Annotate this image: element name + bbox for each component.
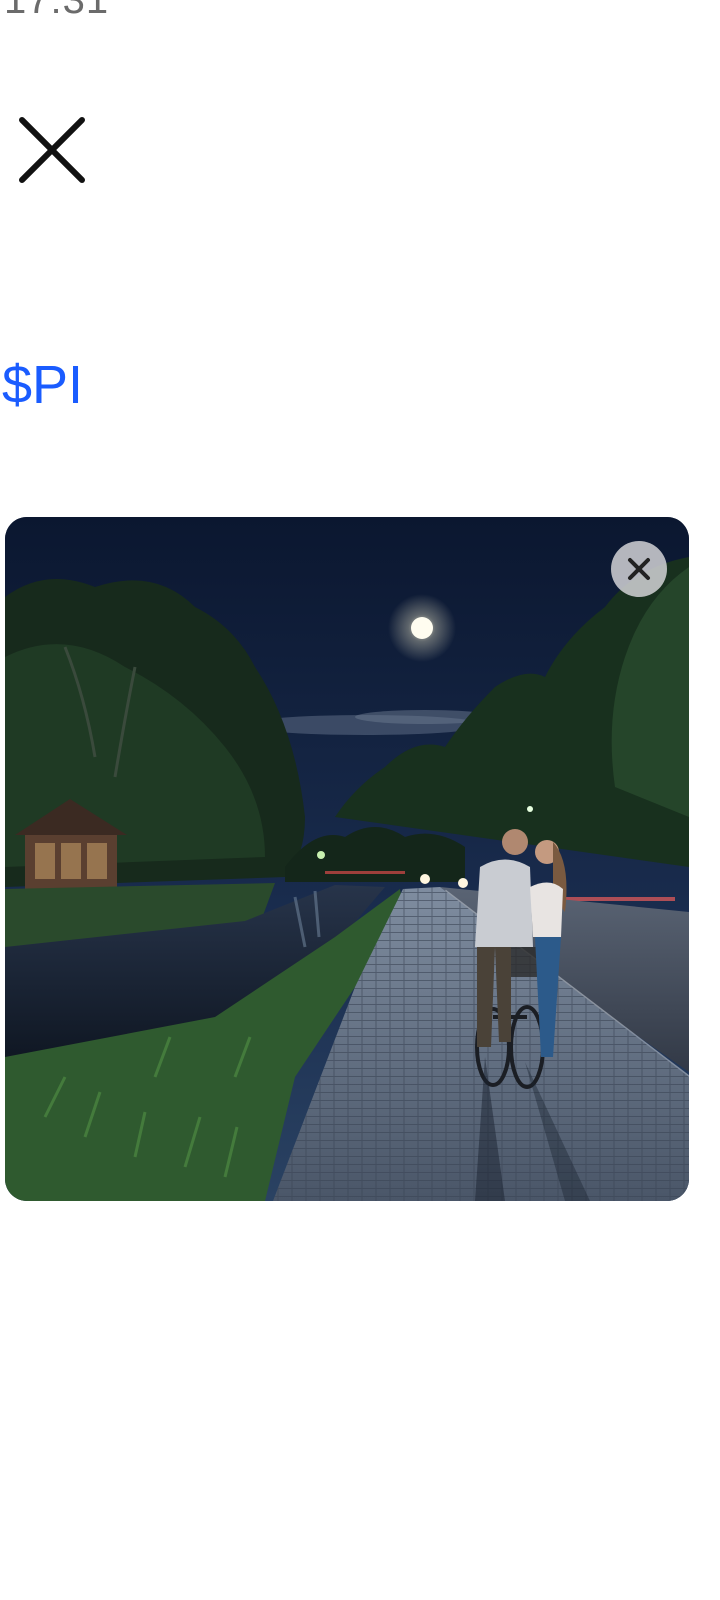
status-time: 17:31 bbox=[4, 0, 110, 22]
token-link[interactable]: $PI bbox=[2, 358, 83, 412]
close-icon bbox=[628, 558, 650, 580]
attached-image[interactable] bbox=[5, 517, 689, 1201]
close-icon bbox=[19, 117, 85, 183]
close-button[interactable] bbox=[14, 112, 90, 188]
night-scene-image bbox=[5, 517, 689, 1201]
remove-image-button[interactable] bbox=[611, 541, 667, 597]
